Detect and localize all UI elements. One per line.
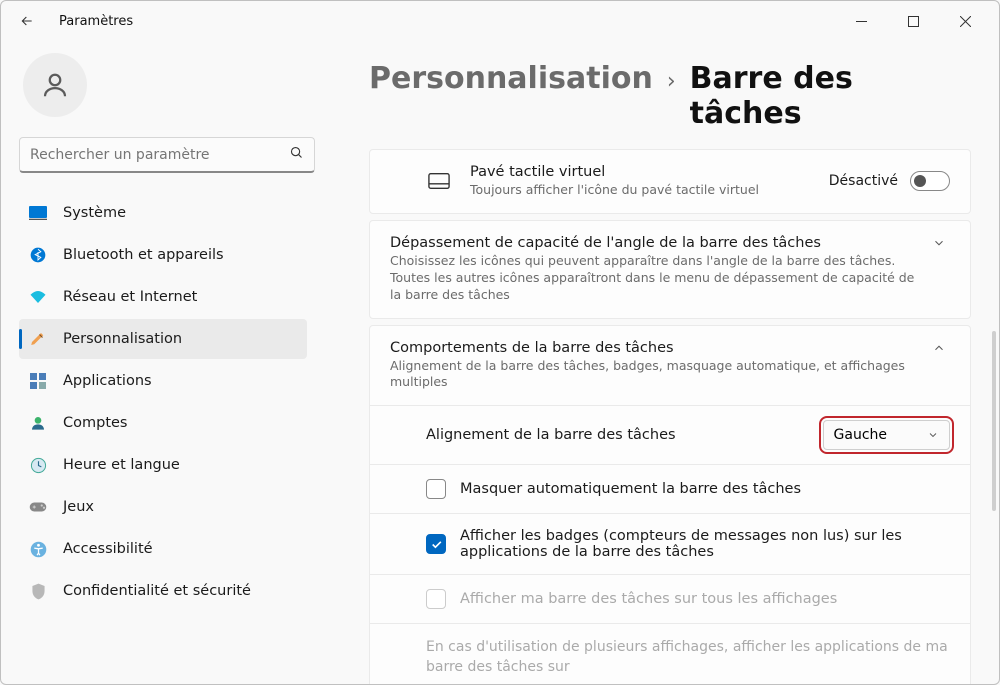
alignment-label: Alignement de la barre des tâches <box>426 427 805 443</box>
checkbox-label: Afficher les badges (compteurs de messag… <box>460 528 950 560</box>
checkbox-label: Masquer automatiquement la barre des tâc… <box>460 481 801 497</box>
display-icon <box>29 204 47 222</box>
shield-icon <box>29 582 47 600</box>
sidebar-item-label: Réseau et Internet <box>63 289 197 305</box>
toggle-state-label: Désactivé <box>829 173 898 189</box>
main-content: Personnalisation › Barre des tâches Pavé… <box>321 41 999 684</box>
scrollbar[interactable] <box>992 331 996 511</box>
person-icon <box>40 70 70 100</box>
sidebar-item-label: Système <box>63 205 126 221</box>
breadcrumb-separator: › <box>667 69 676 94</box>
close-button[interactable] <box>951 7 979 35</box>
sidebar-item-label: Confidentialité et sécurité <box>63 583 251 599</box>
paintbrush-icon <box>29 330 47 348</box>
breadcrumb-current: Barre des tâches <box>690 61 971 131</box>
multi-display-row: En cas d'utilisation de plusieurs affich… <box>370 624 970 684</box>
auto-hide-checkbox[interactable] <box>426 479 446 499</box>
bluetooth-icon <box>29 246 47 264</box>
search-icon <box>289 145 304 164</box>
checkbox-label: Afficher ma barre des tâches sur tous le… <box>460 591 837 607</box>
user-avatar[interactable] <box>23 53 87 117</box>
breadcrumb-parent[interactable]: Personnalisation <box>369 61 653 96</box>
row-title: Dépassement de capacité de l'angle de la… <box>390 235 928 251</box>
sidebar-item-privacy[interactable]: Confidentialité et sécurité <box>19 571 307 611</box>
all-displays-checkbox <box>426 589 446 609</box>
apps-icon <box>29 372 47 390</box>
sidebar-item-accessibility[interactable]: Accessibilité <box>19 529 307 569</box>
overflow-section[interactable]: Dépassement de capacité de l'angle de la… <box>369 220 971 319</box>
virtual-touchpad-toggle[interactable] <box>910 171 950 191</box>
all-displays-row: Afficher ma barre des tâches sur tous le… <box>370 575 970 623</box>
sidebar-item-system[interactable]: Système <box>19 193 307 233</box>
row-subtitle: Alignement de la barre des tâches, badge… <box>390 358 928 392</box>
sidebar-item-label: Jeux <box>63 499 94 515</box>
dropdown-value: Gauche <box>834 427 887 443</box>
arrow-left-icon <box>19 13 35 29</box>
row-title: Comportements de la barre des tâches <box>390 340 928 356</box>
check-icon <box>430 538 443 551</box>
badges-row[interactable]: Afficher les badges (compteurs de messag… <box>370 514 970 574</box>
sidebar-item-apps[interactable]: Applications <box>19 361 307 401</box>
row-title: Pavé tactile virtuel <box>470 164 811 180</box>
behaviors-section: Comportements de la barre des tâches Ali… <box>369 325 971 685</box>
back-button[interactable] <box>9 3 45 39</box>
titlebar: Paramètres <box>1 1 999 41</box>
chevron-down-icon <box>928 235 950 254</box>
search-box[interactable] <box>19 137 315 173</box>
sidebar-item-accounts[interactable]: Comptes <box>19 403 307 443</box>
sidebar-item-label: Applications <box>63 373 152 389</box>
sidebar-item-label: Personnalisation <box>63 331 182 347</box>
wifi-icon <box>29 288 47 306</box>
maximize-icon <box>908 16 919 27</box>
touchpad-icon <box>426 172 452 190</box>
sidebar-item-network[interactable]: Réseau et Internet <box>19 277 307 317</box>
accessibility-icon <box>29 540 47 558</box>
gamepad-icon <box>29 498 47 516</box>
virtual-touchpad-row[interactable]: Pavé tactile virtuel Toujours afficher l… <box>369 149 971 214</box>
minimize-button[interactable] <box>847 7 875 35</box>
sidebar-item-time-language[interactable]: Heure et langue <box>19 445 307 485</box>
maximize-button[interactable] <box>899 7 927 35</box>
row-subtitle: Toujours afficher l'icône du pavé tactil… <box>470 182 811 199</box>
window-controls <box>847 7 991 35</box>
sidebar-item-label: Heure et langue <box>63 457 180 473</box>
sidebar-item-label: Comptes <box>63 415 128 431</box>
sidebar-item-bluetooth[interactable]: Bluetooth et appareils <box>19 235 307 275</box>
badges-checkbox[interactable] <box>426 534 446 554</box>
sidebar: Système Bluetooth et appareils Réseau et… <box>1 41 321 684</box>
multi-display-label: En cas d'utilisation de plusieurs affich… <box>426 638 950 677</box>
row-subtitle: Choisissez les icônes qui peuvent appara… <box>390 253 928 304</box>
alignment-dropdown[interactable]: Gauche <box>823 420 950 450</box>
close-icon <box>960 16 971 27</box>
chevron-up-icon <box>928 340 950 359</box>
chevron-down-icon <box>927 429 939 441</box>
sidebar-item-label: Bluetooth et appareils <box>63 247 224 263</box>
sidebar-item-personalization[interactable]: Personnalisation <box>19 319 307 359</box>
auto-hide-row[interactable]: Masquer automatiquement la barre des tâc… <box>370 465 970 513</box>
alignment-row: Alignement de la barre des tâches Gauche <box>370 406 970 464</box>
window-title: Paramètres <box>59 14 133 29</box>
breadcrumb: Personnalisation › Barre des tâches <box>369 61 971 131</box>
clock-globe-icon <box>29 456 47 474</box>
sidebar-nav: Système Bluetooth et appareils Réseau et… <box>19 193 307 611</box>
account-icon <box>29 414 47 432</box>
sidebar-item-label: Accessibilité <box>63 541 153 557</box>
sidebar-item-gaming[interactable]: Jeux <box>19 487 307 527</box>
search-input[interactable] <box>30 147 289 163</box>
behaviors-header[interactable]: Comportements de la barre des tâches Ali… <box>370 326 970 406</box>
minimize-icon <box>856 16 867 27</box>
